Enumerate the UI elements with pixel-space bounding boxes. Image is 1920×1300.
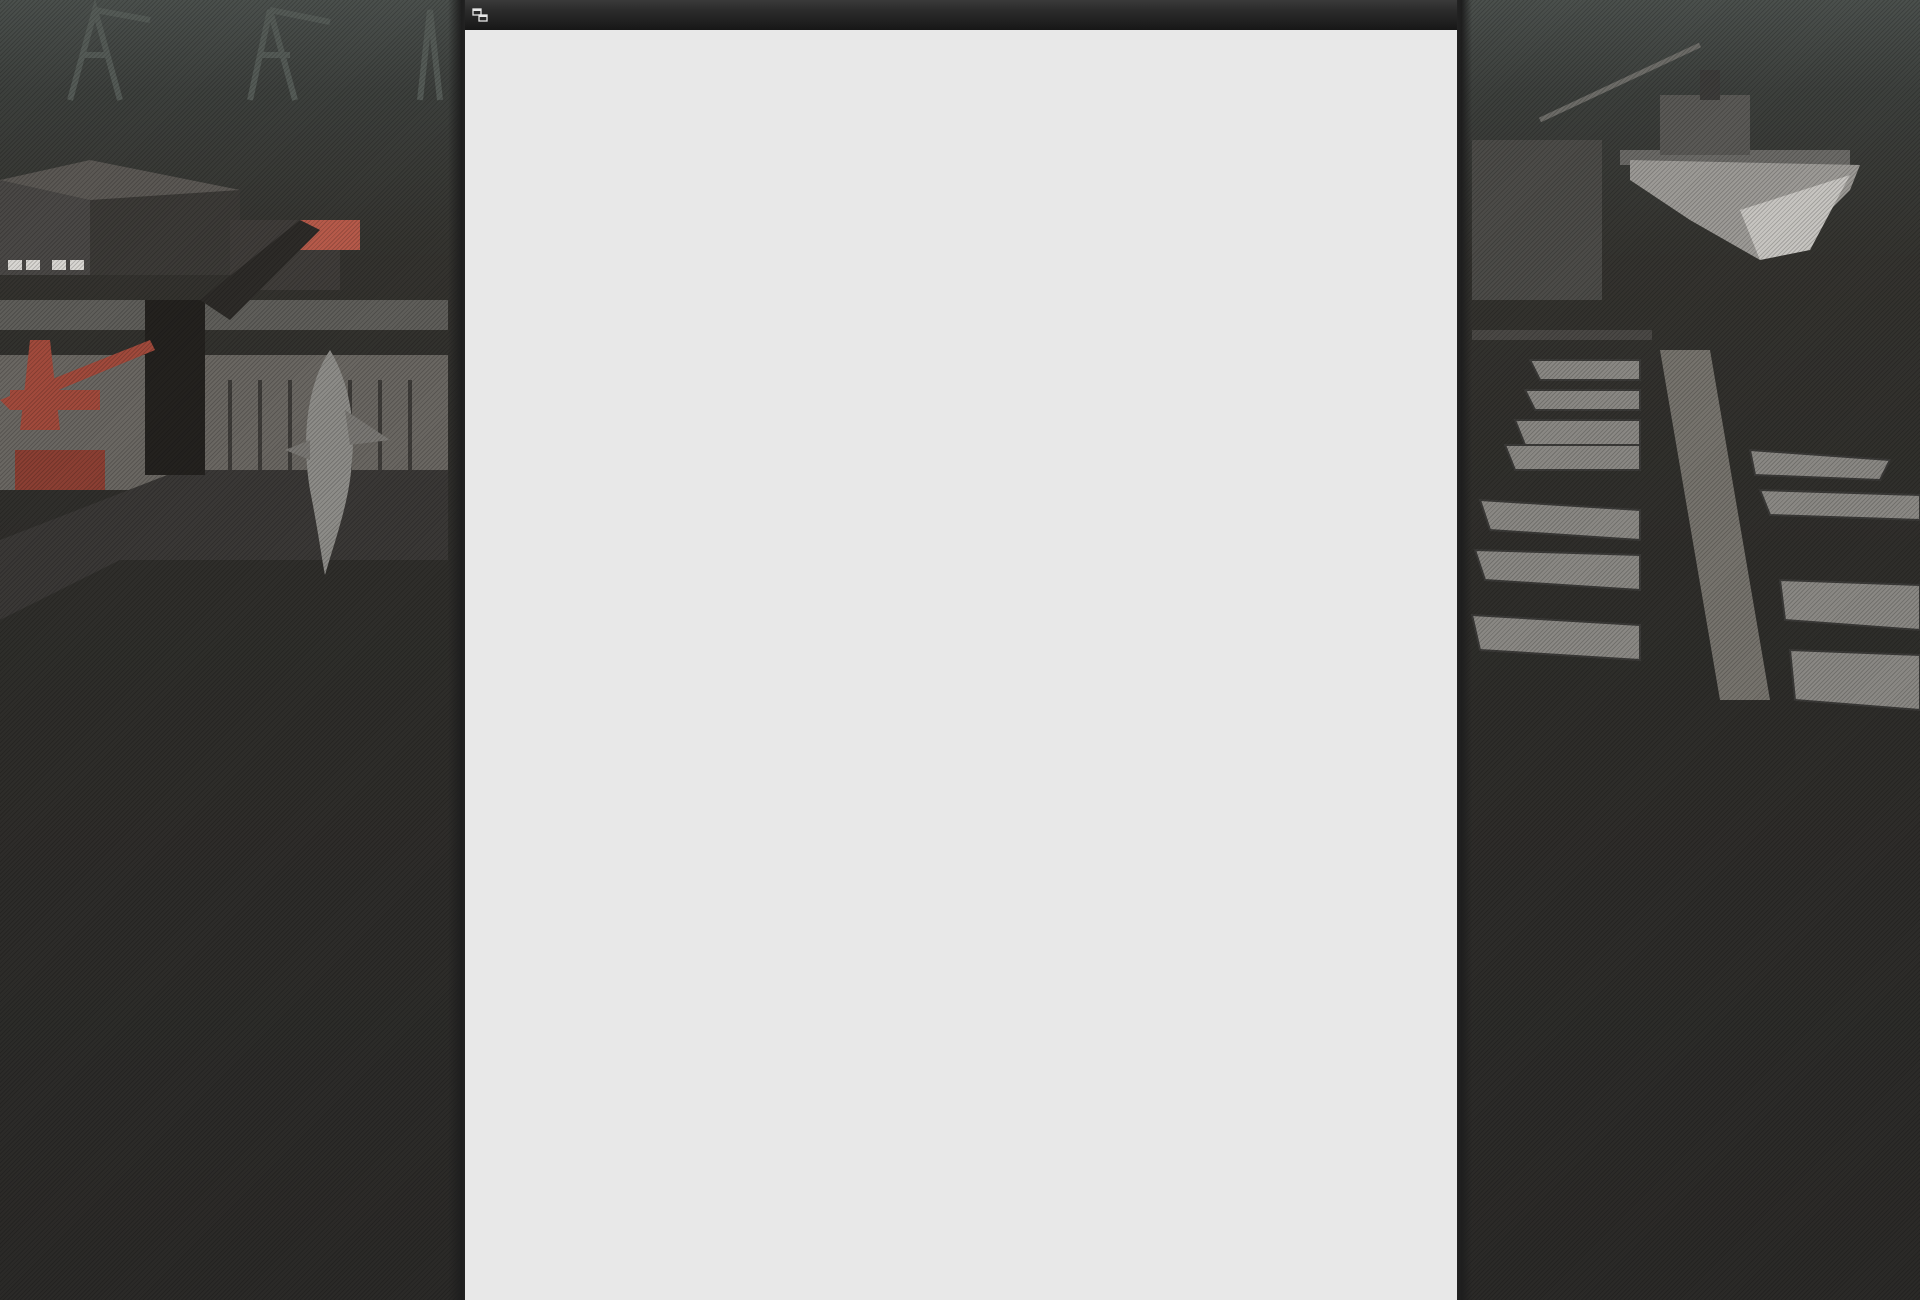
page-shadow-right <box>1457 0 1472 1300</box>
port-cranes-left <box>67 0 443 101</box>
restore-window-icon[interactable] <box>472 8 488 22</box>
page-shadow-left <box>448 0 465 1300</box>
window-top-bar <box>465 0 1457 31</box>
main-content-area <box>465 30 1457 1300</box>
pier-left <box>0 220 448 620</box>
